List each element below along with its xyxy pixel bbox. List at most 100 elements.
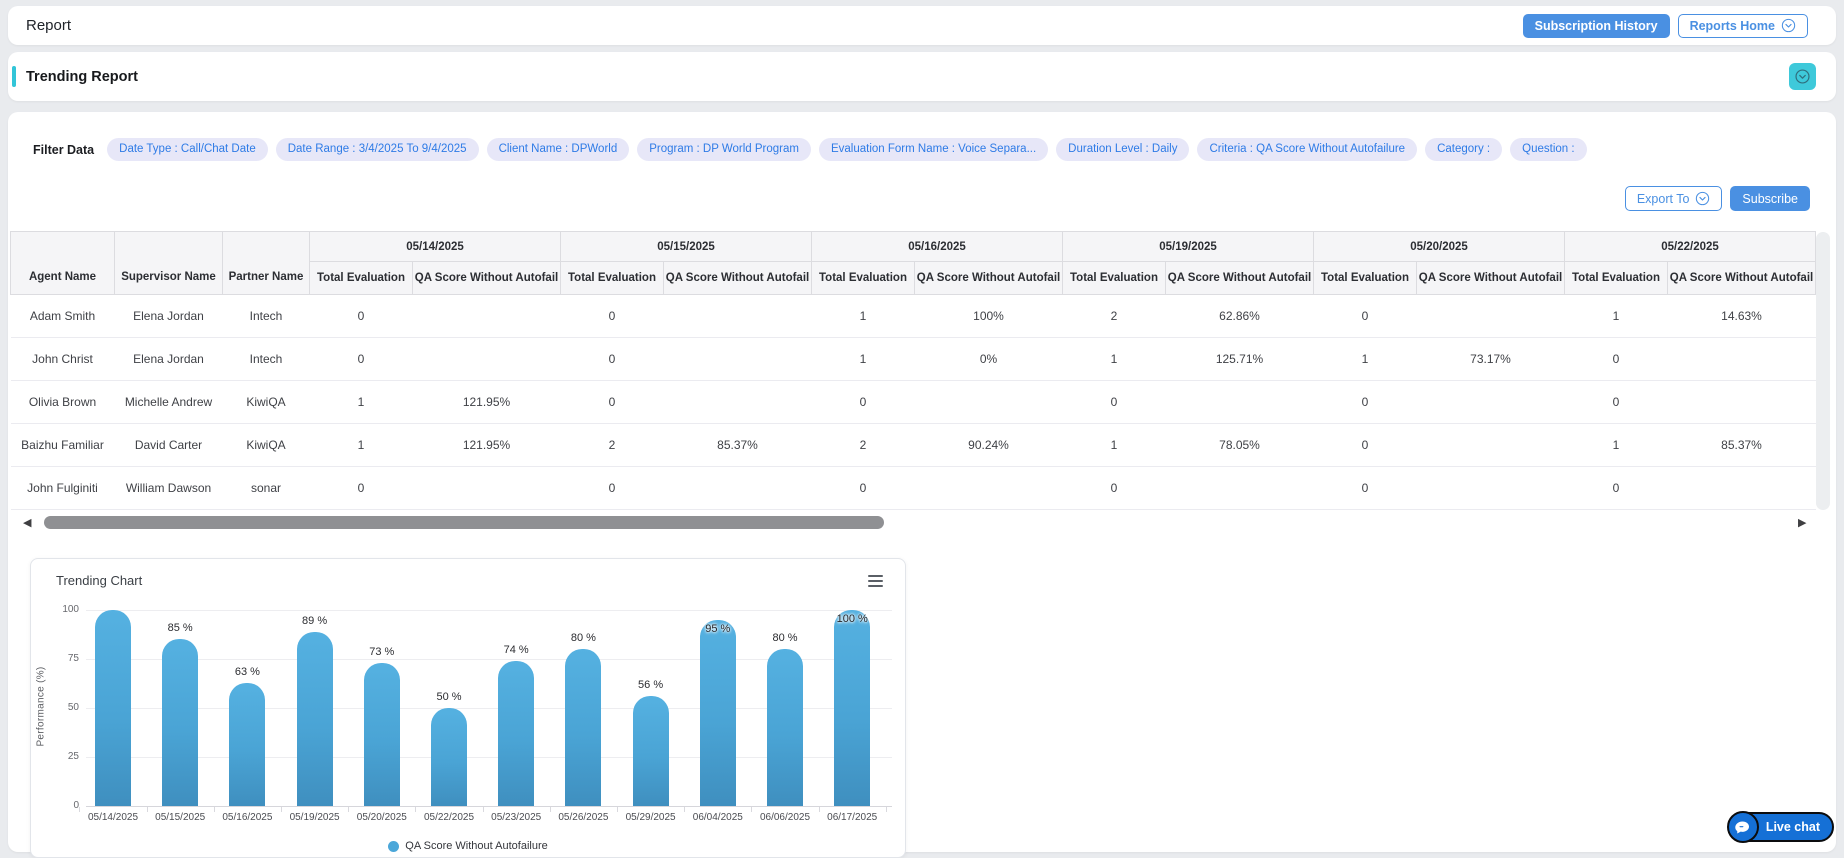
- scroll-right-arrow[interactable]: ▶: [1798, 516, 1806, 530]
- value-cell: 1: [812, 295, 915, 338]
- value-cell: 0: [1565, 467, 1668, 510]
- table-toolbar: Export To Subscribe: [1625, 186, 1810, 211]
- chart-bar[interactable]: [95, 610, 131, 806]
- value-cell: [1417, 424, 1565, 467]
- chart-bar[interactable]: [834, 610, 870, 806]
- value-cell: 100%: [915, 295, 1063, 338]
- subscription-history-button[interactable]: Subscription History: [1523, 14, 1670, 38]
- trending-report-section-bar: Trending Report: [8, 52, 1836, 101]
- y-axis-tick-label: 0: [41, 800, 79, 811]
- value-cell: 1: [1565, 424, 1668, 467]
- value-cell: 1: [1314, 338, 1417, 381]
- subscribe-button[interactable]: Subscribe: [1730, 186, 1810, 211]
- bar-value-label: 56 %: [621, 679, 681, 691]
- horizontal-scrollbar-thumb[interactable]: [44, 516, 884, 529]
- value-cell: 1: [1565, 295, 1668, 338]
- table-row: John ChristElena JordanIntech0010%1125.7…: [11, 338, 1816, 381]
- supervisor-name-cell: William Dawson: [115, 467, 223, 510]
- chevron-down-circle-icon: [1781, 18, 1796, 33]
- sub-column-header: QA Score Without Autofail: [1166, 262, 1314, 295]
- filter-data-label: Filter Data: [33, 143, 94, 157]
- filter-chip[interactable]: Question :: [1510, 138, 1586, 161]
- value-cell: 0: [1314, 467, 1417, 510]
- value-cell: [413, 338, 561, 381]
- value-cell: [1166, 467, 1314, 510]
- section-accent-bar: [12, 66, 16, 87]
- sub-column-header: QA Score Without Autofail: [413, 262, 561, 295]
- supervisor-name-cell: David Carter: [115, 424, 223, 467]
- filter-chip[interactable]: Category :: [1425, 138, 1502, 161]
- sub-column-header: Total Evaluation: [1314, 262, 1417, 295]
- value-cell: [664, 338, 812, 381]
- x-axis-label: 05/22/2025: [411, 812, 487, 823]
- live-chat-button[interactable]: Live chat: [1728, 812, 1834, 842]
- trending-table: Agent NameSupervisor NamePartner Name05/…: [10, 231, 1816, 510]
- value-cell: 0: [310, 295, 413, 338]
- value-cell: 2: [561, 424, 664, 467]
- reports-home-button[interactable]: Reports Home: [1678, 14, 1808, 38]
- sub-column-header: Total Evaluation: [1063, 262, 1166, 295]
- agent-name-cell: John Fulginiti: [11, 467, 115, 510]
- bar-value-label: 80 %: [553, 632, 613, 644]
- value-cell: 1: [310, 424, 413, 467]
- partner-name-cell: KiwiQA: [223, 424, 310, 467]
- chart-bar[interactable]: [431, 708, 467, 806]
- value-cell: [664, 295, 812, 338]
- chart-bar[interactable]: [364, 663, 400, 806]
- legend-label[interactable]: QA Score Without Autofailure: [405, 840, 547, 852]
- chat-bubble-icon: [1727, 811, 1759, 843]
- export-to-label: Export To: [1637, 192, 1690, 206]
- scroll-left-arrow[interactable]: ◀: [23, 516, 31, 530]
- filter-chip[interactable]: Date Range : 3/4/2025 To 9/4/2025: [276, 138, 479, 161]
- chart-bar[interactable]: [565, 649, 601, 806]
- chart-bar[interactable]: [700, 620, 736, 806]
- y-axis-tick-label: 100: [41, 604, 79, 615]
- x-axis-label: 05/23/2025: [478, 812, 554, 823]
- value-cell: 2: [1063, 295, 1166, 338]
- agent-name-cell: John Christ: [11, 338, 115, 381]
- filter-row: Filter Data Date Type : Call/Chat DateDa…: [33, 138, 1587, 161]
- filter-chip[interactable]: Evaluation Form Name : Voice Separa...: [819, 138, 1048, 161]
- filter-chip[interactable]: Date Type : Call/Chat Date: [107, 138, 268, 161]
- chart-bar[interactable]: [633, 696, 669, 806]
- value-cell: [664, 381, 812, 424]
- filter-chip[interactable]: Client Name : DPWorld: [487, 138, 630, 161]
- table-vertical-scrollbar[interactable]: [1816, 232, 1830, 510]
- x-axis-label: 05/26/2025: [545, 812, 621, 823]
- section-title: Trending Report: [26, 69, 138, 85]
- collapse-section-button[interactable]: [1789, 63, 1816, 90]
- value-cell: 90.24%: [915, 424, 1063, 467]
- value-cell: 0: [1314, 381, 1417, 424]
- chart-bar[interactable]: [767, 649, 803, 806]
- x-axis-label: 05/14/2025: [75, 812, 151, 823]
- value-cell: 121.95%: [413, 424, 561, 467]
- chart-bar[interactable]: [162, 639, 198, 806]
- top-bar: Report Subscription History Reports Home: [8, 6, 1836, 45]
- value-cell: [915, 467, 1063, 510]
- value-cell: [664, 467, 812, 510]
- chart-bar[interactable]: [498, 661, 534, 806]
- export-to-button[interactable]: Export To: [1625, 186, 1723, 211]
- chart-bar[interactable]: [297, 632, 333, 806]
- value-cell: 14.63%: [1668, 295, 1816, 338]
- partner-name-cell: KiwiQA: [223, 381, 310, 424]
- value-cell: 0: [310, 467, 413, 510]
- chart-bar[interactable]: [229, 683, 265, 806]
- value-cell: 2: [812, 424, 915, 467]
- value-cell: 0: [1565, 338, 1668, 381]
- sub-column-header: Total Evaluation: [1565, 262, 1668, 295]
- value-cell: 1: [1063, 338, 1166, 381]
- filter-chip[interactable]: Program : DP World Program: [637, 138, 811, 161]
- value-cell: [1166, 381, 1314, 424]
- filter-chip[interactable]: Duration Level : Daily: [1056, 138, 1189, 161]
- live-chat-label: Live chat: [1766, 820, 1820, 834]
- partner-name-cell: Intech: [223, 338, 310, 381]
- trending-chart-card: Trending Chart Performance (%) 100755025…: [30, 558, 906, 858]
- x-axis-label: 06/17/2025: [814, 812, 890, 823]
- filter-chip[interactable]: Criteria : QA Score Without Autofailure: [1197, 138, 1417, 161]
- value-cell: 0: [1314, 295, 1417, 338]
- value-cell: [413, 295, 561, 338]
- filter-chips: Date Type : Call/Chat Date Date Range : 3…: [107, 138, 1586, 161]
- value-cell: 0: [310, 338, 413, 381]
- value-cell: 0: [561, 295, 664, 338]
